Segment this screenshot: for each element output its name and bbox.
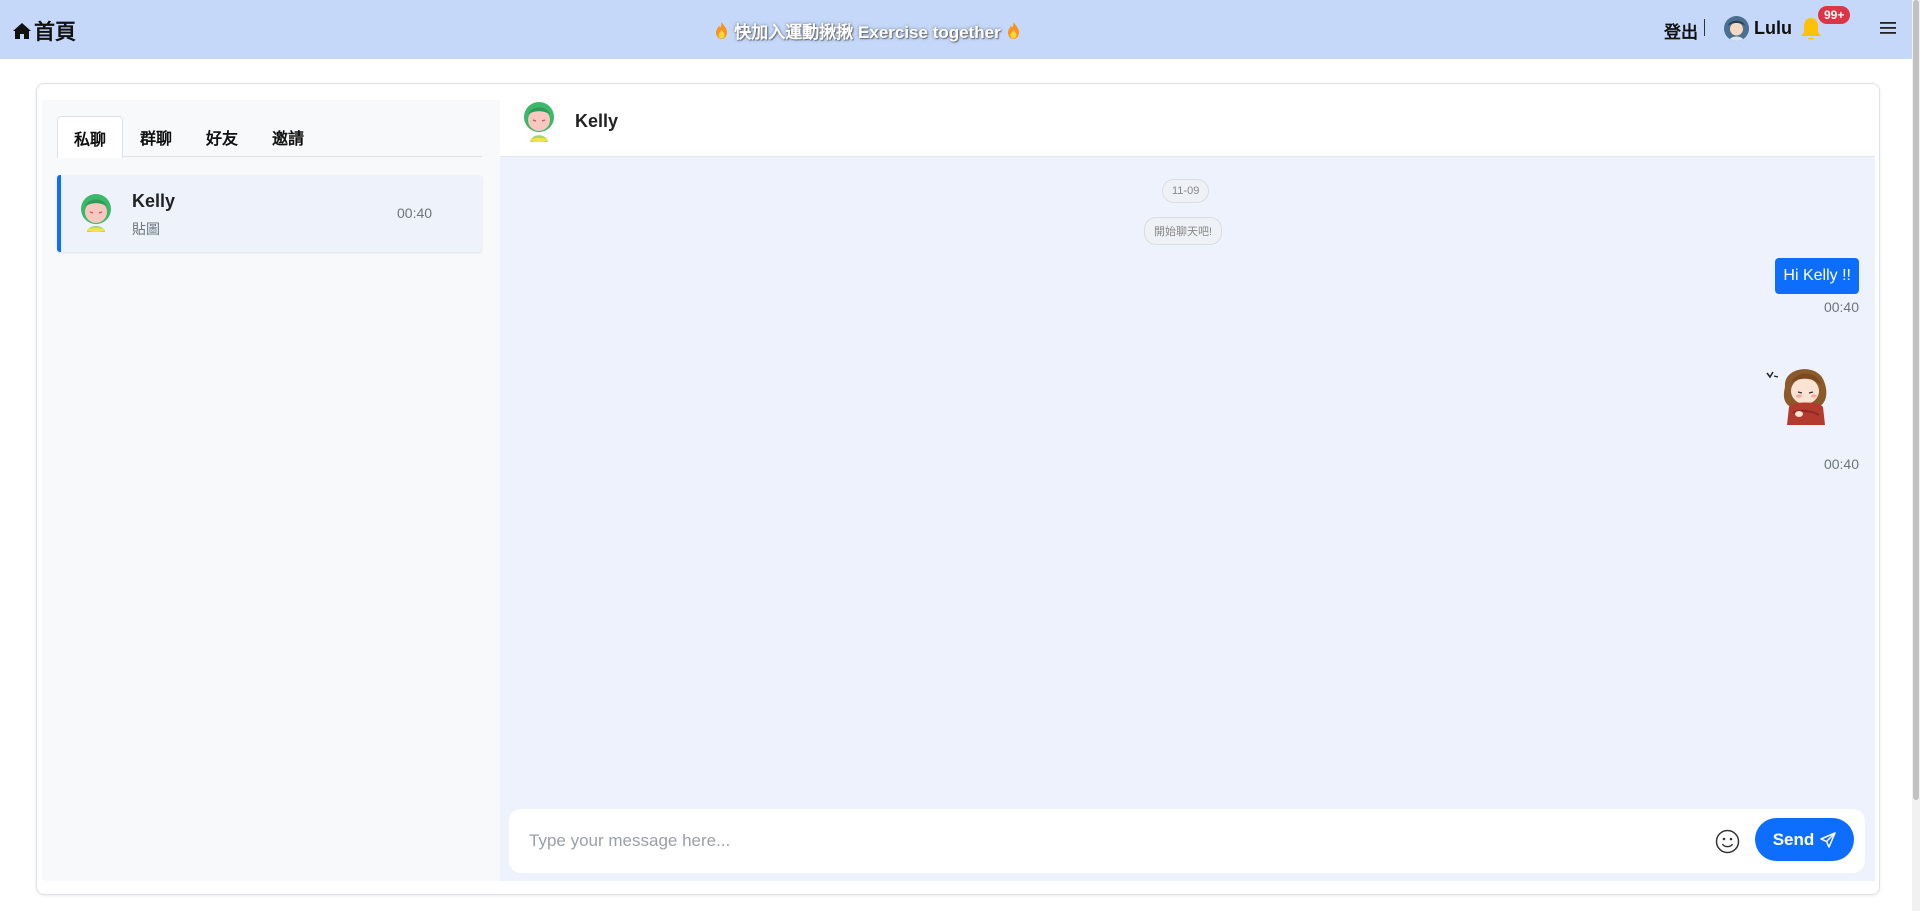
chat-tabs: 私聊 群聊 好友 邀請 [57, 116, 482, 158]
user-profile-link[interactable]: Lulu [1724, 16, 1792, 41]
message-time: 00:40 [1823, 299, 1859, 315]
chat-header-name: Kelly [575, 111, 619, 131]
message-list[interactable]: 11-09 開始聊天吧! Hi Kelly !! 00:40 00:40 Typ… [500, 157, 1875, 881]
chat-header: Kelly [500, 100, 1875, 157]
message-input[interactable] [509, 809, 1699, 873]
chat-time: 00:40 [397, 205, 433, 221]
send-button[interactable]: Send [1755, 818, 1854, 861]
date-pill: 11-09 [1162, 179, 1210, 203]
banner: 快加入運動揪揪 Exercise together [0, 18, 1735, 43]
notification-badge: 99+ [1818, 6, 1851, 24]
page-scrollbar[interactable] [1912, 0, 1920, 911]
flame-icon [716, 22, 728, 39]
divider [1704, 19, 1705, 36]
banner-text: 快加入運動揪揪 Exercise together [734, 23, 1001, 42]
logout-button[interactable]: 登出 [1664, 18, 1698, 43]
avatar [81, 194, 111, 232]
message-composer: Send [509, 809, 1865, 873]
avatar [524, 102, 554, 142]
message-bubble: Hi Kelly !! [1775, 258, 1859, 294]
chat-list-item[interactable]: Kelly 貼圖 00:40 [57, 175, 482, 252]
chat-last-message: 貼圖 [132, 221, 160, 237]
sticker-image [1766, 369, 1827, 425]
menu-icon[interactable] [1880, 21, 1896, 35]
username: Lulu [1754, 18, 1792, 38]
scrollbar-thumb[interactable] [1913, 0, 1919, 800]
chat-panel: Kelly 11-09 開始聊天吧! Hi Kelly !! 00:40 00:… [500, 100, 1875, 881]
chat-sidebar: 私聊 群聊 好友 邀請 Kelly 貼圖 00:40 [42, 100, 501, 881]
chat-name: Kelly [132, 191, 176, 211]
send-icon [1820, 831, 1837, 848]
tab-invitations[interactable]: 邀請 [255, 116, 321, 157]
tab-friends[interactable]: 好友 [189, 116, 255, 157]
avatar [1724, 16, 1749, 41]
emoji-icon[interactable] [1715, 829, 1740, 854]
top-navbar: 首頁 快加入運動揪揪 Exercise together 登出 Lulu 99+ [0, 0, 1920, 59]
message-time: 00:40 [1823, 456, 1859, 472]
flame-icon [1007, 22, 1019, 39]
tab-group-chat[interactable]: 群聊 [123, 116, 189, 157]
navbar-right: 登出 Lulu 99+ [1620, 0, 1920, 59]
chat-card: 私聊 群聊 好友 邀請 Kelly 貼圖 00:40 Kelly 11-09 開… [36, 83, 1880, 895]
send-label: Send [1772, 829, 1815, 849]
start-chat-pill: 開始聊天吧! [1144, 217, 1223, 245]
tab-private-chat[interactable]: 私聊 [57, 116, 124, 158]
